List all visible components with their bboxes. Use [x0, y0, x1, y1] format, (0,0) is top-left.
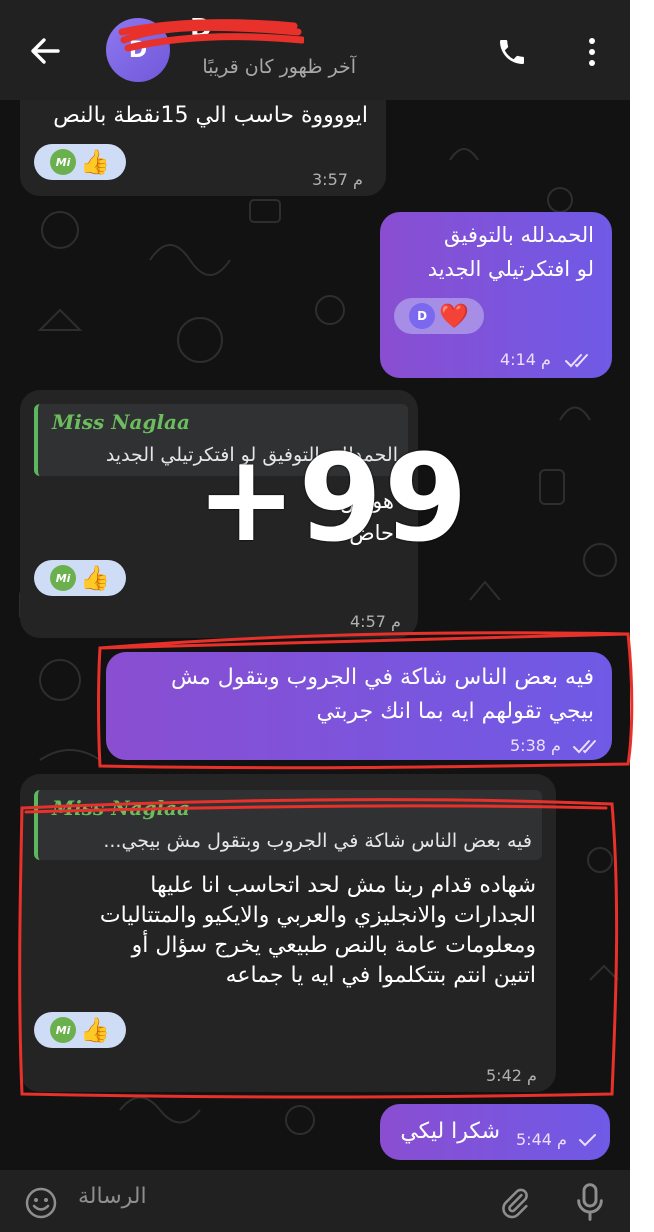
more-vert-icon[interactable] — [580, 36, 604, 68]
reaction-bar[interactable]: 👍 Mi — [34, 144, 126, 180]
message-time: 3:57 م — [312, 170, 363, 189]
message-time: 5:44 م — [516, 1130, 567, 1149]
message-line: شهاده قدام ربنا مش لحد اتحاسب انا عليها — [150, 873, 536, 898]
sent-check-icon — [579, 1134, 596, 1147]
reactor-avatar: Mi — [50, 149, 77, 175]
message-line: اتنين انتم بتتكلموا في ايه يا جماعه — [225, 963, 536, 988]
last-seen-status: آخر ظهور كان قريبًا — [202, 56, 356, 78]
emoji-icon[interactable] — [24, 1186, 58, 1220]
message-text: ايووووة حاسب الي 15نقطة بالنص — [53, 103, 368, 128]
quote-text: فيه بعض الناس شاكة في الجروب وبتقول مش ب… — [103, 830, 532, 852]
reaction-bar[interactable]: ❤️ D — [394, 298, 484, 334]
message-line: بيجي تقولهم ايه بما انك جربتي — [316, 699, 594, 724]
message-line: ومعلومات عامة بالنص طبيعي يخرج سؤال أو — [131, 933, 536, 958]
message-line: الجدارات والانجليزي والعربي والايكيو وال… — [99, 903, 536, 928]
message-line: فيه بعض الناس شاكة في الجروب وبتقول مش — [170, 665, 594, 690]
reactor-avatar: Mi — [50, 1017, 77, 1043]
message-time: 4:14 م — [500, 350, 551, 369]
chat-screen: D D آخر ظهور كان قريبًا ايووووة حاسب الي… — [0, 0, 630, 1232]
mic-icon[interactable] — [574, 1182, 606, 1222]
message-time: 4:57 م — [350, 612, 401, 631]
message-line: الحمدلله بالتوفيق — [444, 223, 594, 247]
reactor-avatar: Mi — [50, 565, 77, 591]
message-incoming[interactable]: Miss Naglaa فيه بعض الناس شاكة في الجروب… — [20, 774, 556, 1092]
quote-author: Miss Naglaa — [52, 410, 190, 434]
redaction-scribble — [118, 19, 304, 52]
heart-icon: ❤️ — [439, 302, 469, 330]
quote-author: Miss Naglaa — [52, 796, 190, 820]
reaction-bar[interactable]: 👍 Mi — [34, 1012, 126, 1048]
reaction-bar[interactable]: 👍 Mi — [34, 560, 126, 596]
read-check-icon — [565, 354, 588, 368]
message-time: 5:42 م — [486, 1066, 537, 1085]
thumbs-up-icon: 👍 — [80, 1016, 110, 1044]
attach-icon[interactable] — [498, 1184, 532, 1222]
message-outgoing[interactable]: شكرا ليكي 5:44 م — [380, 1104, 610, 1160]
message-input[interactable]: الرسالة — [78, 1184, 147, 1209]
message-line: لو افتكرتيلي الجديد — [427, 257, 594, 281]
overlay-count-text: +99 — [196, 430, 470, 569]
message-outgoing[interactable]: الحمدلله بالتوفيق لو افتكرتيلي الجديد ❤️… — [380, 212, 612, 378]
message-text: شكرا ليكي — [400, 1119, 500, 1144]
message-time: 5:38 م — [510, 736, 561, 755]
message-outgoing[interactable]: فيه بعض الناس شاكة في الجروب وبتقول مش ب… — [106, 652, 612, 760]
back-arrow-icon[interactable] — [28, 34, 62, 68]
reactor-avatar: D — [409, 303, 436, 329]
phone-icon[interactable] — [496, 36, 528, 68]
thumbs-up-icon: 👍 — [80, 564, 110, 592]
chat-header: D D آخر ظهور كان قريبًا — [0, 0, 630, 100]
message-input-bar: الرسالة — [0, 1170, 630, 1232]
read-check-icon — [573, 740, 596, 754]
quoted-message[interactable]: Miss Naglaa فيه بعض الناس شاكة في الجروب… — [34, 790, 542, 860]
thumbs-up-icon: 👍 — [80, 148, 110, 176]
